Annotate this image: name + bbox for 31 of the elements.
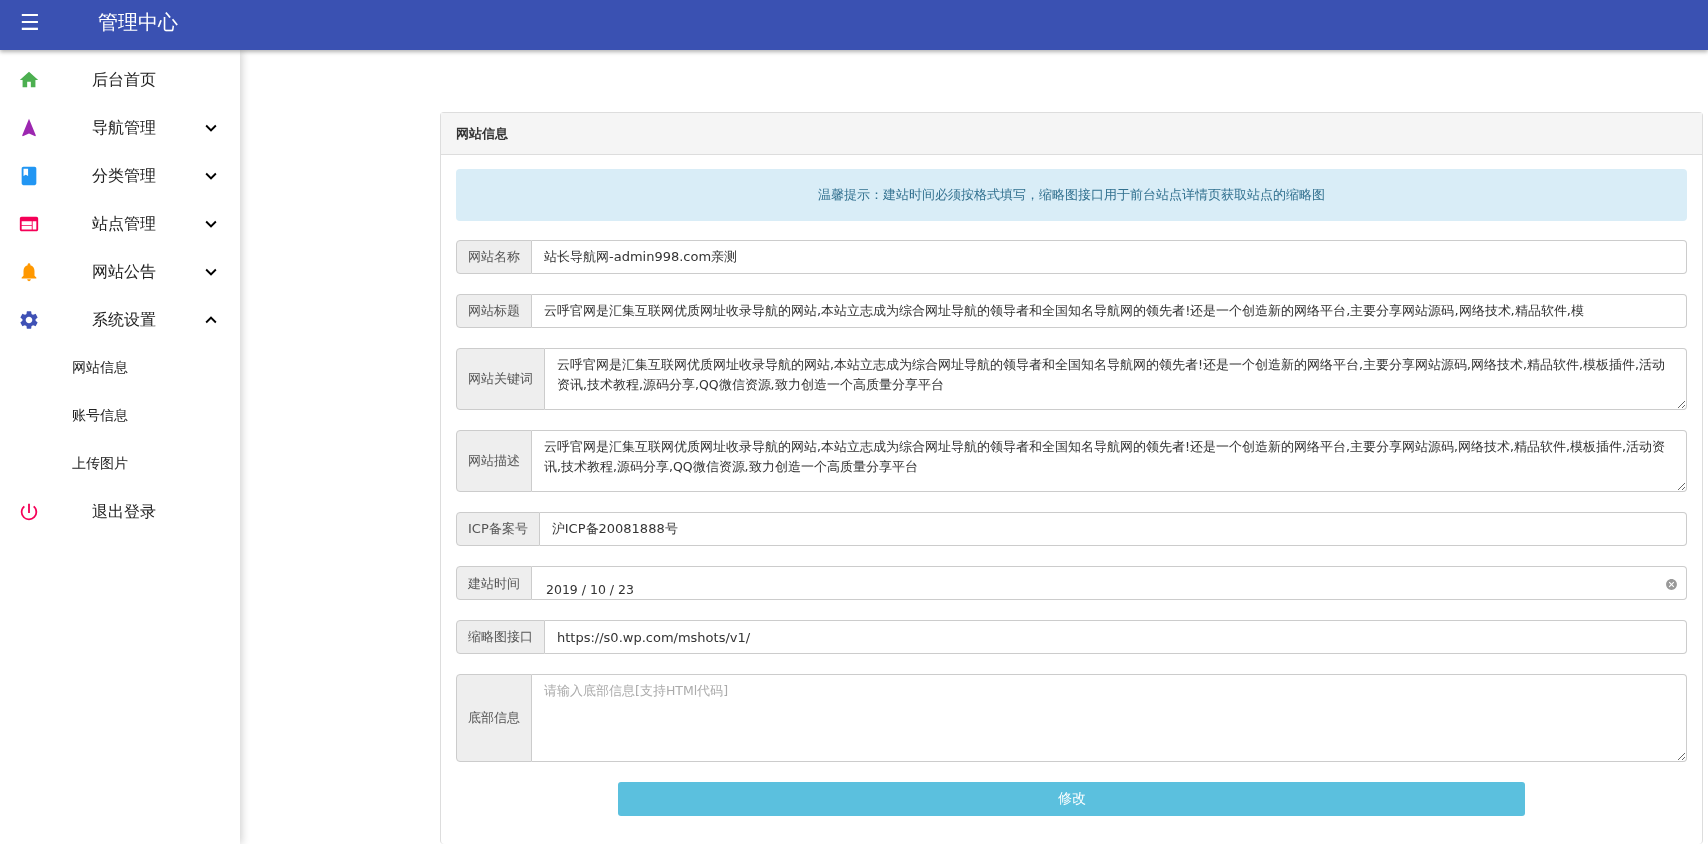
app-title: 管理中心 xyxy=(98,8,178,36)
input-field[interactable]: 站长导航网-admin998.com亲测 xyxy=(532,240,1687,274)
menu-button[interactable]: ☰ xyxy=(20,9,56,35)
textarea-field[interactable]: 云呼官网是汇集互联网优质网址收录导航的网站,本站立志成为综合网址导航的领导者和全国知名导航网的领先者!还是一个创造新的网络平台,主要分享网站源码,网络技术,精品软件,模板插件,活动资讯,技术教程,源码分享,QQ微信资源,致力创造一个高质量分享平台 xyxy=(532,430,1687,492)
sidebar-item[interactable]: 站点管理 xyxy=(0,200,240,248)
sidebar-item[interactable]: 退出登录 xyxy=(0,488,240,536)
submenu-item[interactable]: 账号信息 xyxy=(0,392,240,440)
field-label: 底部信息 xyxy=(456,674,532,762)
field-label: 缩略图接口 xyxy=(456,620,545,654)
date-field[interactable]: 2019 / 10 / 23 xyxy=(532,566,1687,600)
input-field[interactable]: 沪ICP备20081888号 xyxy=(539,512,1687,546)
textarea-field[interactable]: 请输入底部信息[支持HTMl代码] xyxy=(532,674,1687,762)
field-label: 建站时间 xyxy=(456,566,532,600)
sidebar-item[interactable]: 系统设置 xyxy=(0,296,240,344)
sidebar-item[interactable]: 分类管理 xyxy=(0,152,240,200)
sidebar-item[interactable]: 后台首页 xyxy=(0,56,240,104)
submenu-item[interactable]: 网站信息 xyxy=(0,344,240,392)
sidebar-item[interactable]: 导航管理 xyxy=(0,104,240,152)
field-label: 网站标题 xyxy=(456,294,532,328)
textarea-field[interactable]: 云呼官网是汇集互联网优质网址收录导航的网站,本站立志成为综合网址导航的领导者和全国知名导航网的领先者!还是一个创造新的网络平台,主要分享网站源码,网络技术,精品软件,模板插件,活动资讯,技术教程,源码分享,QQ微信资源,致力创造一个高质量分享平台 xyxy=(545,348,1687,410)
submenu-item[interactable]: 上传图片 xyxy=(0,440,240,488)
field-label: 网站关键词 xyxy=(456,348,545,410)
panel-title: 网站信息 xyxy=(441,113,1702,155)
info-alert: 温馨提示：建站时间必须按格式填写，缩略图接口用于前台站点详情页获取站点的缩略图 xyxy=(456,169,1687,221)
field-label: 网站描述 xyxy=(456,430,532,492)
sidebar-item[interactable]: 网站公告 xyxy=(0,248,240,296)
input-field[interactable]: 云呼官网是汇集互联网优质网址收录导航的网站,本站立志成为综合网址导航的领导者和全国知名导航网的领先者!还是一个创造新的网络平台,主要分享网站源码,网络技术,精品软件,模 xyxy=(532,294,1687,328)
field-label: 网站名称 xyxy=(456,240,532,274)
clear-icon[interactable] xyxy=(1665,578,1678,591)
field-label: ICP备案号 xyxy=(456,512,540,546)
input-field[interactable]: https://s0.wp.com/mshots/v1/ xyxy=(545,620,1687,654)
